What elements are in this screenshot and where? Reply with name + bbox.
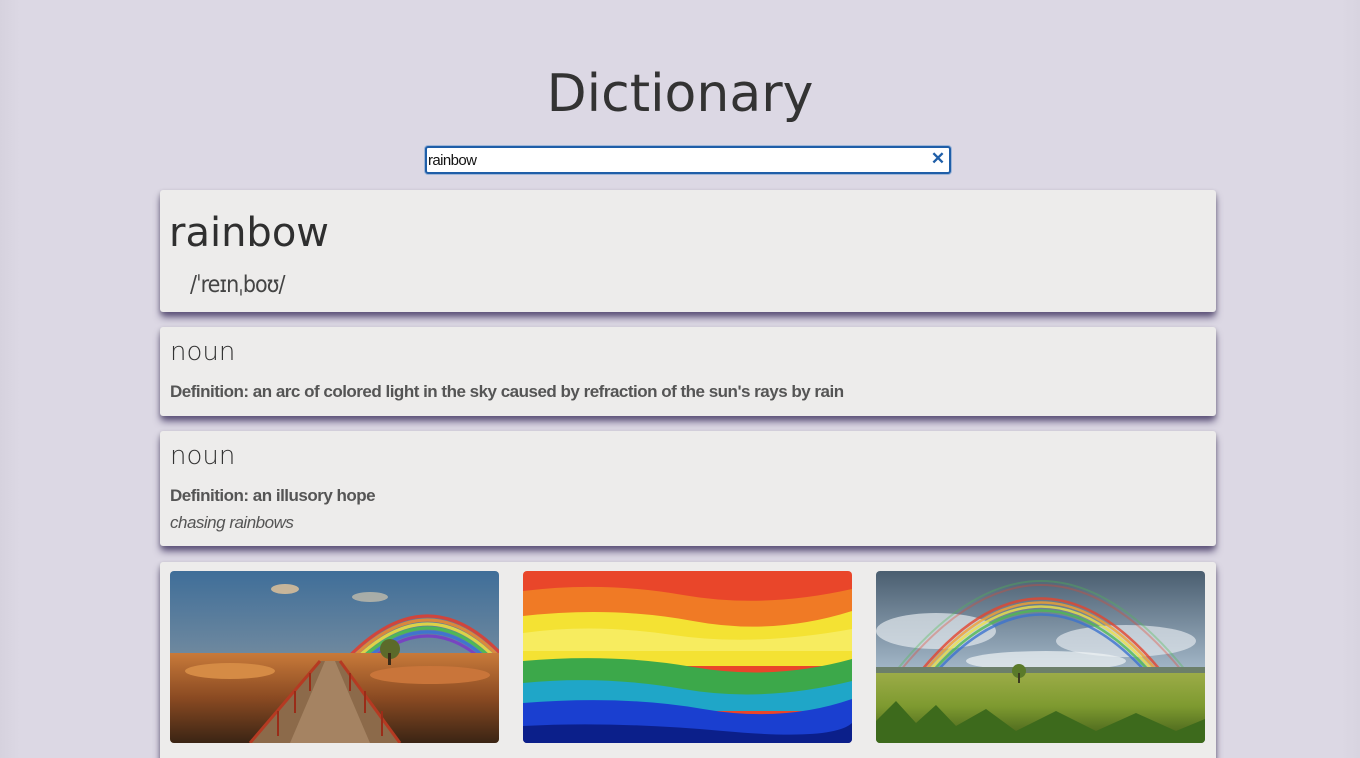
part-of-speech: noun xyxy=(170,441,236,471)
definition-label: Definition: xyxy=(170,486,249,505)
rainbow-painting-photo[interactable] xyxy=(523,571,852,743)
word-header-card: rainbow /ˈreɪnˌboʊ/ xyxy=(160,190,1216,312)
photos-card xyxy=(160,562,1216,758)
headword: rainbow xyxy=(169,210,329,256)
clear-icon[interactable]: ✕ xyxy=(930,150,946,167)
meaning-card: noun Definition: an illusory hope chasin… xyxy=(160,431,1216,546)
definition: Definition: an illusory hope xyxy=(170,486,376,506)
meaning-card: noun Definition: an arc of colored light… xyxy=(160,327,1216,416)
definition-text: an arc of colored light in the sky cause… xyxy=(252,382,844,401)
search-input[interactable] xyxy=(427,148,927,172)
definition: Definition: an arc of colored light in t… xyxy=(170,382,844,402)
definition-label: Definition: xyxy=(170,382,249,401)
search-box[interactable]: ✕ xyxy=(425,146,951,174)
dictionary-page: Dictionary ✕ rainbow /ˈreɪnˌboʊ/ noun De… xyxy=(0,0,1360,758)
definition-text: an illusory hope xyxy=(252,486,376,505)
phonetic: /ˈreɪnˌboʊ/ xyxy=(190,272,285,298)
page-title: Dictionary xyxy=(546,64,814,124)
example-text: chasing rainbows xyxy=(170,513,294,532)
rainbow-over-boardwalk-photo[interactable] xyxy=(170,571,499,743)
part-of-speech: noun xyxy=(170,337,236,367)
double-rainbow-field-photo[interactable] xyxy=(876,571,1205,743)
